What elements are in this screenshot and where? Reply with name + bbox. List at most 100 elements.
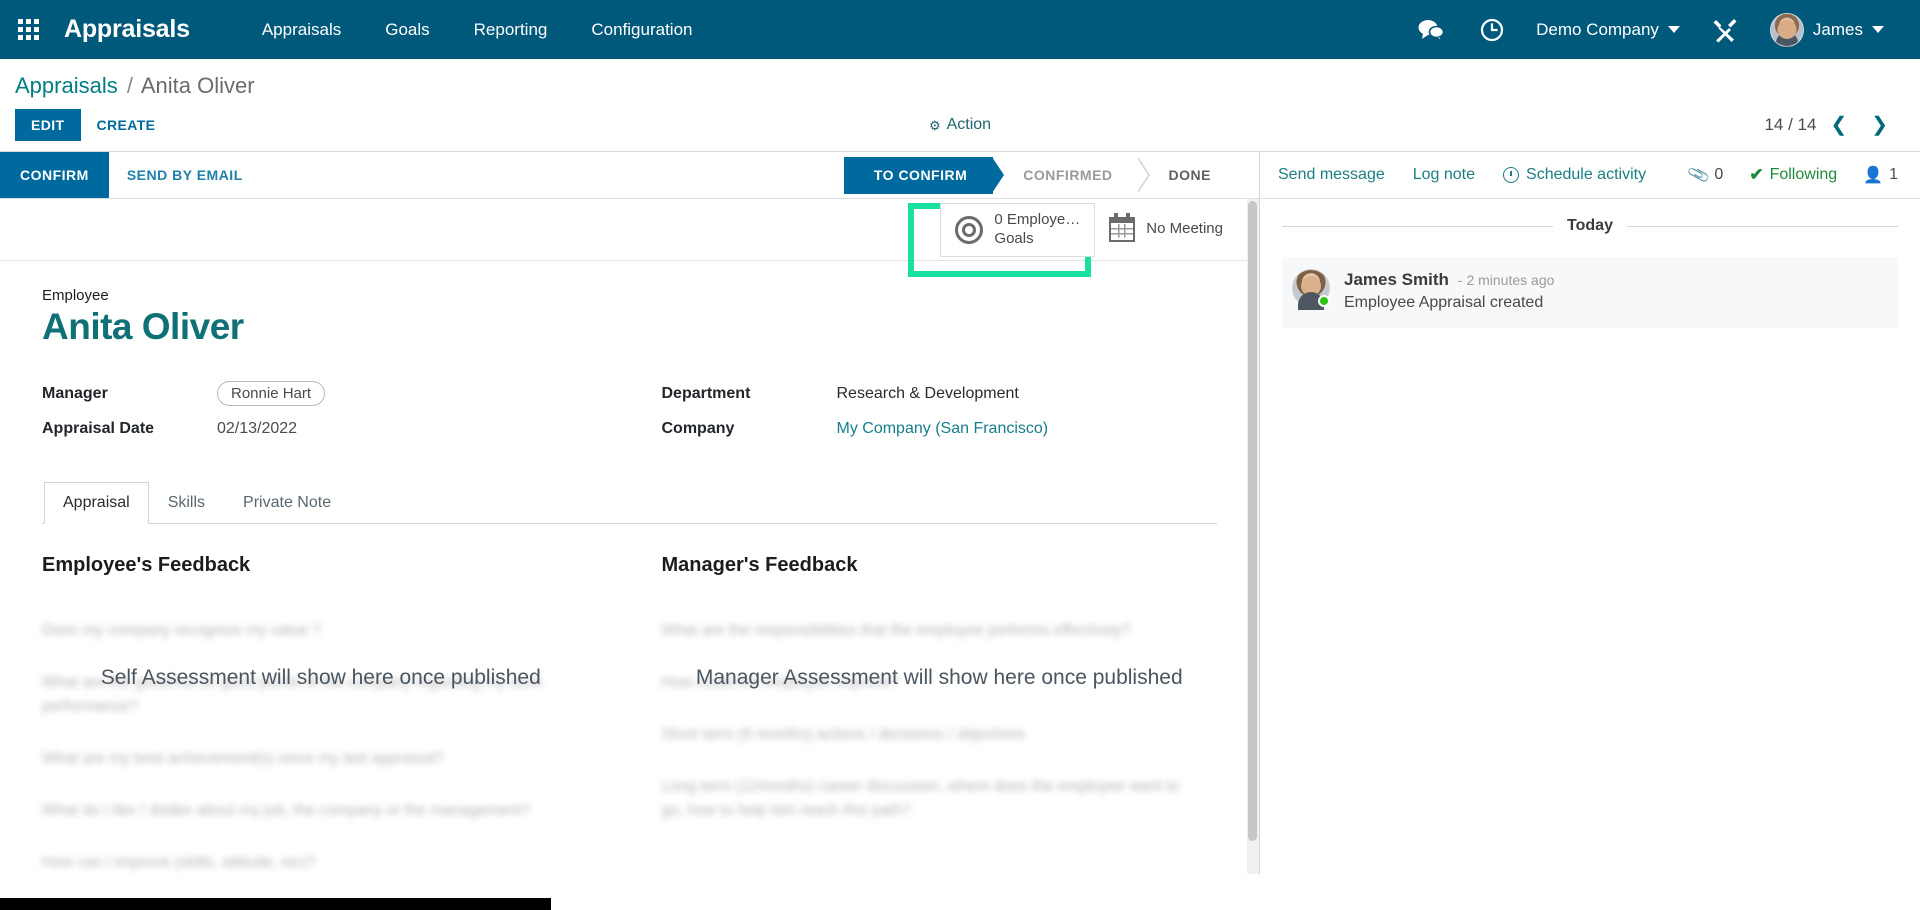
breadcrumb-separator: / bbox=[126, 73, 133, 98]
avatar bbox=[1769, 12, 1804, 47]
chevron-down-icon bbox=[1872, 26, 1884, 33]
manager-feedback-placeholder-text: What are the responsibilities that the e… bbox=[662, 619, 1188, 823]
ghost-line: What are my best achievement(s) since my… bbox=[42, 750, 444, 768]
apps-grid-icon bbox=[17, 19, 39, 40]
schedule-activity-label: Schedule activity bbox=[1526, 166, 1647, 183]
create-button[interactable]: CREATE bbox=[81, 109, 172, 141]
breadcrumb-current: Anita Oliver bbox=[140, 73, 255, 98]
user-name: James bbox=[1812, 19, 1863, 39]
tab-private-note[interactable]: Private Note bbox=[224, 482, 350, 524]
chatter-thread: Today James Smith - 2 minutes ago Employ… bbox=[1260, 199, 1920, 328]
avatar bbox=[1292, 269, 1330, 310]
chevron-down-icon bbox=[1667, 26, 1680, 33]
field-manager-value[interactable]: Ronnie Hart bbox=[217, 381, 326, 406]
field-column-left: Manager Ronnie Hart Appraisal Date 02/13… bbox=[42, 376, 630, 446]
followers-counter[interactable]: 👤 1 bbox=[1863, 165, 1898, 185]
clock-icon bbox=[1503, 167, 1520, 183]
tab-skills[interactable]: Skills bbox=[149, 482, 224, 524]
attachment-count: 0 bbox=[1714, 166, 1724, 183]
employee-field-label: Employee bbox=[42, 287, 109, 304]
date-separator-label: Today bbox=[1567, 217, 1613, 234]
log-note-button[interactable]: Log note bbox=[1399, 166, 1489, 184]
employee-feedback-overlay-message: Self Assessment will show here once publ… bbox=[100, 666, 541, 689]
field-company-label: Company bbox=[661, 419, 735, 437]
clock-icon bbox=[1480, 18, 1504, 41]
employee-goals-smart-button[interactable]: 0 Employe… Goals bbox=[940, 202, 1096, 257]
target-bullseye-icon bbox=[955, 215, 984, 244]
breadcrumb-root[interactable]: Appraisals bbox=[15, 73, 118, 98]
employee-feedback-placeholder-text: Does my company recognize my value ? Wha… bbox=[42, 619, 600, 874]
tab-appraisal[interactable]: Appraisal bbox=[44, 482, 149, 524]
developer-tools-button[interactable] bbox=[1694, 0, 1756, 59]
app-brand-title[interactable]: Appraisals bbox=[56, 15, 202, 44]
top-navbar: Appraisals Appraisals Goals Reporting Co… bbox=[0, 0, 1920, 59]
ghost-line: How can I improve (skills, attitude, etc… bbox=[42, 854, 316, 872]
ghost-line: Long term (12months) career discussion, … bbox=[661, 778, 1180, 820]
notebook: Appraisal Skills Private Note Employee's… bbox=[42, 482, 1217, 874]
smart-button-bar: 0 Employe… Goals No Meeting bbox=[0, 199, 1259, 277]
pager-value: 14 / 14 bbox=[1764, 115, 1817, 134]
field-appraisal-date: Appraisal Date 02/13/2022 bbox=[42, 411, 630, 446]
chatter-panel: Send message Log note Schedule activity … bbox=[1260, 152, 1920, 874]
notebook-tabs: Appraisal Skills Private Note bbox=[42, 482, 1217, 524]
stage-to-confirm[interactable]: TO CONFIRM bbox=[843, 156, 1005, 194]
menu-item-reporting[interactable]: Reporting bbox=[452, 0, 570, 59]
company-switcher[interactable]: Demo Company bbox=[1522, 0, 1694, 59]
activities-button[interactable] bbox=[1462, 0, 1522, 59]
form-sheet: 0 Employe… Goals No Meeting Employee Ani… bbox=[0, 199, 1259, 874]
field-company-value[interactable]: My Company (San Francisco) bbox=[837, 420, 1049, 438]
ghost-line: Short term (6 months) actions / decision… bbox=[661, 726, 1026, 744]
following-label: Following bbox=[1769, 166, 1838, 183]
send-message-button[interactable]: Send message bbox=[1278, 166, 1399, 184]
bottom-screen-edge-bar bbox=[0, 898, 551, 910]
followers-count: 1 bbox=[1889, 166, 1898, 183]
chatter-toolbar: Send message Log note Schedule activity … bbox=[1260, 152, 1920, 199]
pager-previous-button[interactable]: ❮ bbox=[1820, 113, 1857, 137]
messages-button[interactable] bbox=[1400, 0, 1462, 59]
field-appraisal-date-value: 02/13/2022 bbox=[217, 419, 298, 437]
user-menu[interactable]: James bbox=[1756, 0, 1898, 59]
action-menu-wrapper: ⚙ Action bbox=[0, 116, 1920, 134]
menu-item-goals[interactable]: Goals bbox=[363, 0, 451, 59]
check-icon: ✔ bbox=[1749, 165, 1764, 184]
send-by-email-button[interactable]: SEND BY EMAIL bbox=[109, 152, 261, 198]
schedule-activity-button[interactable]: Schedule activity bbox=[1489, 166, 1660, 184]
ghost-line: What are the responsibilities that the e… bbox=[661, 622, 1131, 639]
log-note-label: Log note bbox=[1412, 166, 1476, 183]
confirm-button[interactable]: CONFIRM bbox=[0, 152, 109, 198]
navbar-right-tools: Demo Company James bbox=[1400, 0, 1920, 59]
pager-next-button[interactable]: ❯ bbox=[1861, 113, 1898, 137]
chatter-stats: 📎 0 ✔ Following 👤 1 bbox=[1686, 164, 1898, 187]
field-grid: Manager Ronnie Hart Appraisal Date 02/13… bbox=[42, 376, 1217, 446]
menu-item-appraisals[interactable]: Appraisals bbox=[240, 0, 363, 59]
page-title: Anita Oliver bbox=[42, 306, 244, 347]
stage-label: TO CONFIRM bbox=[873, 167, 968, 183]
following-toggle[interactable]: ✔ Following bbox=[1749, 165, 1837, 185]
attachments-counter[interactable]: 📎 0 bbox=[1686, 164, 1724, 187]
stage-confirmed[interactable]: CONFIRMED bbox=[993, 156, 1150, 194]
company-name: Demo Company bbox=[1536, 19, 1659, 39]
message-author: James Smith bbox=[1344, 270, 1449, 289]
stage-pipeline: TO CONFIRM CONFIRMED DONE bbox=[843, 156, 1259, 194]
employee-goals-label: 0 Employe… Goals bbox=[994, 211, 1080, 249]
apps-menu-button[interactable] bbox=[0, 0, 56, 59]
action-menu-label: Action bbox=[946, 116, 992, 133]
form-sheet-body: Employee Anita Oliver Manager Ronnie Har… bbox=[0, 261, 1259, 874]
chat-bubbles-icon bbox=[1418, 19, 1445, 41]
stage-done[interactable]: DONE bbox=[1139, 157, 1237, 194]
menu-item-configuration[interactable]: Configuration bbox=[569, 0, 714, 59]
tools-wrench-icon bbox=[1713, 18, 1737, 42]
form-scrollbar-thumb[interactable] bbox=[1248, 201, 1257, 841]
meeting-smart-button[interactable]: No Meeting bbox=[1095, 202, 1237, 257]
field-department-label: Department bbox=[661, 384, 751, 402]
form-view: CONFIRM SEND BY EMAIL TO CONFIRM CONFIRM… bbox=[0, 152, 1260, 874]
field-appraisal-date-label: Appraisal Date bbox=[42, 419, 155, 437]
field-department-value: Research & Development bbox=[836, 384, 1019, 402]
form-scrollbar[interactable] bbox=[1247, 199, 1259, 874]
field-column-right: Department Research & Development Compan… bbox=[630, 376, 1218, 446]
message-body: James Smith - 2 minutes ago Employee App… bbox=[1344, 269, 1554, 312]
edit-button[interactable]: EDIT bbox=[15, 109, 81, 141]
action-menu-button[interactable]: ⚙ Action bbox=[929, 116, 991, 134]
divider-line-right bbox=[1626, 225, 1898, 227]
ghost-line: What do I like / dislike about my job, t… bbox=[42, 802, 530, 820]
